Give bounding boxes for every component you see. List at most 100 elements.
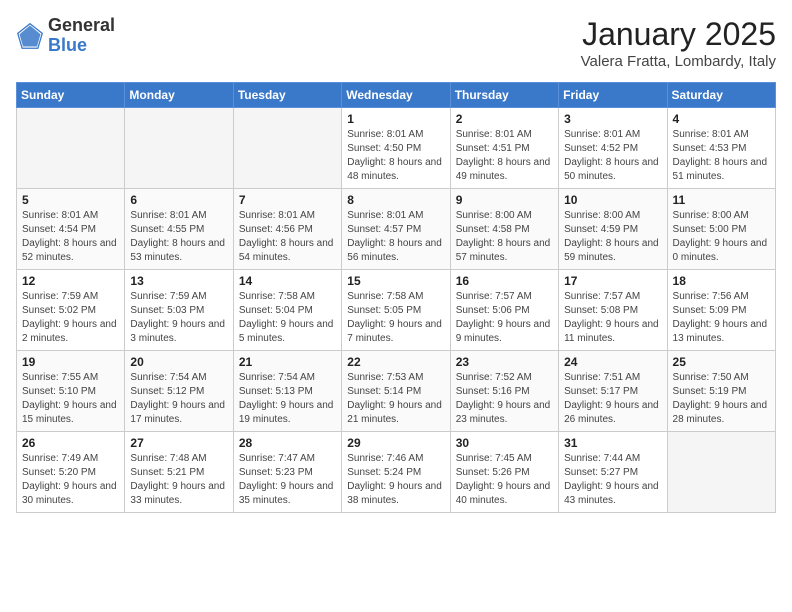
day-number: 30 [456, 436, 553, 450]
day-info: Sunrise: 7:56 AM Sunset: 5:09 PM Dayligh… [673, 290, 770, 346]
calendar-cell: 21 Sunrise: 7:54 AM Sunset: 5:13 PM Dayl… [233, 351, 341, 432]
day-info: Sunrise: 7:58 AM Sunset: 5:04 PM Dayligh… [239, 290, 336, 346]
day-number: 22 [347, 355, 444, 369]
day-info: Sunrise: 7:53 AM Sunset: 5:14 PM Dayligh… [347, 371, 444, 427]
day-info: Sunrise: 7:48 AM Sunset: 5:21 PM Dayligh… [130, 452, 227, 508]
calendar-cell: 17 Sunrise: 7:57 AM Sunset: 5:08 PM Dayl… [559, 270, 667, 351]
calendar-cell: 14 Sunrise: 7:58 AM Sunset: 5:04 PM Dayl… [233, 270, 341, 351]
day-number: 4 [673, 112, 770, 126]
day-number: 14 [239, 274, 336, 288]
day-info: Sunrise: 7:47 AM Sunset: 5:23 PM Dayligh… [239, 452, 336, 508]
calendar-cell: 26 Sunrise: 7:49 AM Sunset: 5:20 PM Dayl… [17, 432, 125, 513]
day-number: 18 [673, 274, 770, 288]
day-info: Sunrise: 7:59 AM Sunset: 5:03 PM Dayligh… [130, 290, 227, 346]
weekday-header-saturday: Saturday [667, 83, 775, 108]
day-number: 26 [22, 436, 119, 450]
logo: General Blue [16, 16, 115, 56]
day-info: Sunrise: 7:51 AM Sunset: 5:17 PM Dayligh… [564, 371, 661, 427]
day-info: Sunrise: 7:54 AM Sunset: 5:13 PM Dayligh… [239, 371, 336, 427]
calendar-cell: 2 Sunrise: 8:01 AM Sunset: 4:51 PM Dayli… [450, 108, 558, 189]
calendar-cell: 30 Sunrise: 7:45 AM Sunset: 5:26 PM Dayl… [450, 432, 558, 513]
day-info: Sunrise: 8:01 AM Sunset: 4:55 PM Dayligh… [130, 209, 227, 265]
calendar-cell: 22 Sunrise: 7:53 AM Sunset: 5:14 PM Dayl… [342, 351, 450, 432]
day-info: Sunrise: 7:52 AM Sunset: 5:16 PM Dayligh… [456, 371, 553, 427]
day-number: 27 [130, 436, 227, 450]
day-info: Sunrise: 8:01 AM Sunset: 4:54 PM Dayligh… [22, 209, 119, 265]
day-number: 19 [22, 355, 119, 369]
logo-blue-text: Blue [48, 36, 115, 56]
calendar-cell: 18 Sunrise: 7:56 AM Sunset: 5:09 PM Dayl… [667, 270, 775, 351]
day-info: Sunrise: 8:00 AM Sunset: 5:00 PM Dayligh… [673, 209, 770, 265]
weekday-header-tuesday: Tuesday [233, 83, 341, 108]
day-number: 6 [130, 193, 227, 207]
calendar-week-5: 26 Sunrise: 7:49 AM Sunset: 5:20 PM Dayl… [17, 432, 776, 513]
day-info: Sunrise: 8:00 AM Sunset: 4:58 PM Dayligh… [456, 209, 553, 265]
day-number: 29 [347, 436, 444, 450]
day-number: 16 [456, 274, 553, 288]
day-number: 17 [564, 274, 661, 288]
day-info: Sunrise: 7:46 AM Sunset: 5:24 PM Dayligh… [347, 452, 444, 508]
day-number: 1 [347, 112, 444, 126]
day-info: Sunrise: 7:49 AM Sunset: 5:20 PM Dayligh… [22, 452, 119, 508]
day-number: 28 [239, 436, 336, 450]
weekday-header-friday: Friday [559, 83, 667, 108]
calendar-cell [667, 432, 775, 513]
calendar-week-3: 12 Sunrise: 7:59 AM Sunset: 5:02 PM Dayl… [17, 270, 776, 351]
day-number: 2 [456, 112, 553, 126]
day-number: 24 [564, 355, 661, 369]
day-number: 25 [673, 355, 770, 369]
calendar-week-4: 19 Sunrise: 7:55 AM Sunset: 5:10 PM Dayl… [17, 351, 776, 432]
calendar-cell: 9 Sunrise: 8:00 AM Sunset: 4:58 PM Dayli… [450, 189, 558, 270]
day-number: 11 [673, 193, 770, 207]
day-info: Sunrise: 8:01 AM Sunset: 4:53 PM Dayligh… [673, 128, 770, 184]
day-number: 10 [564, 193, 661, 207]
weekday-header-sunday: Sunday [17, 83, 125, 108]
day-info: Sunrise: 7:57 AM Sunset: 5:08 PM Dayligh… [564, 290, 661, 346]
day-info: Sunrise: 7:55 AM Sunset: 5:10 PM Dayligh… [22, 371, 119, 427]
calendar-cell: 5 Sunrise: 8:01 AM Sunset: 4:54 PM Dayli… [17, 189, 125, 270]
calendar-week-1: 1 Sunrise: 8:01 AM Sunset: 4:50 PM Dayli… [17, 108, 776, 189]
calendar-cell: 12 Sunrise: 7:59 AM Sunset: 5:02 PM Dayl… [17, 270, 125, 351]
day-number: 21 [239, 355, 336, 369]
weekday-header-thursday: Thursday [450, 83, 558, 108]
logo-general-text: General [48, 16, 115, 36]
calendar-cell: 13 Sunrise: 7:59 AM Sunset: 5:03 PM Dayl… [125, 270, 233, 351]
day-number: 31 [564, 436, 661, 450]
calendar-cell: 15 Sunrise: 7:58 AM Sunset: 5:05 PM Dayl… [342, 270, 450, 351]
weekday-header-monday: Monday [125, 83, 233, 108]
calendar-cell: 23 Sunrise: 7:52 AM Sunset: 5:16 PM Dayl… [450, 351, 558, 432]
calendar-cell: 16 Sunrise: 7:57 AM Sunset: 5:06 PM Dayl… [450, 270, 558, 351]
day-info: Sunrise: 7:54 AM Sunset: 5:12 PM Dayligh… [130, 371, 227, 427]
day-info: Sunrise: 8:01 AM Sunset: 4:57 PM Dayligh… [347, 209, 444, 265]
day-number: 8 [347, 193, 444, 207]
day-info: Sunrise: 8:01 AM Sunset: 4:52 PM Dayligh… [564, 128, 661, 184]
location-title: Valera Fratta, Lombardy, Italy [581, 53, 776, 70]
day-number: 3 [564, 112, 661, 126]
month-title: January 2025 [581, 16, 776, 53]
day-info: Sunrise: 8:00 AM Sunset: 4:59 PM Dayligh… [564, 209, 661, 265]
calendar-cell: 10 Sunrise: 8:00 AM Sunset: 4:59 PM Dayl… [559, 189, 667, 270]
day-number: 20 [130, 355, 227, 369]
day-info: Sunrise: 7:59 AM Sunset: 5:02 PM Dayligh… [22, 290, 119, 346]
calendar-table: SundayMondayTuesdayWednesdayThursdayFrid… [16, 82, 776, 513]
day-number: 5 [22, 193, 119, 207]
logo-icon [16, 22, 44, 50]
calendar-cell: 4 Sunrise: 8:01 AM Sunset: 4:53 PM Dayli… [667, 108, 775, 189]
calendar-cell: 25 Sunrise: 7:50 AM Sunset: 5:19 PM Dayl… [667, 351, 775, 432]
calendar-cell [125, 108, 233, 189]
calendar-cell: 1 Sunrise: 8:01 AM Sunset: 4:50 PM Dayli… [342, 108, 450, 189]
weekday-header-row: SundayMondayTuesdayWednesdayThursdayFrid… [17, 83, 776, 108]
calendar-cell: 8 Sunrise: 8:01 AM Sunset: 4:57 PM Dayli… [342, 189, 450, 270]
day-number: 12 [22, 274, 119, 288]
calendar-cell: 20 Sunrise: 7:54 AM Sunset: 5:12 PM Dayl… [125, 351, 233, 432]
day-info: Sunrise: 7:57 AM Sunset: 5:06 PM Dayligh… [456, 290, 553, 346]
calendar-cell: 19 Sunrise: 7:55 AM Sunset: 5:10 PM Dayl… [17, 351, 125, 432]
calendar-cell: 6 Sunrise: 8:01 AM Sunset: 4:55 PM Dayli… [125, 189, 233, 270]
title-block: January 2025 Valera Fratta, Lombardy, It… [581, 16, 776, 70]
calendar-cell: 3 Sunrise: 8:01 AM Sunset: 4:52 PM Dayli… [559, 108, 667, 189]
weekday-header-wednesday: Wednesday [342, 83, 450, 108]
calendar-cell: 27 Sunrise: 7:48 AM Sunset: 5:21 PM Dayl… [125, 432, 233, 513]
calendar-week-2: 5 Sunrise: 8:01 AM Sunset: 4:54 PM Dayli… [17, 189, 776, 270]
calendar-cell: 7 Sunrise: 8:01 AM Sunset: 4:56 PM Dayli… [233, 189, 341, 270]
day-number: 23 [456, 355, 553, 369]
